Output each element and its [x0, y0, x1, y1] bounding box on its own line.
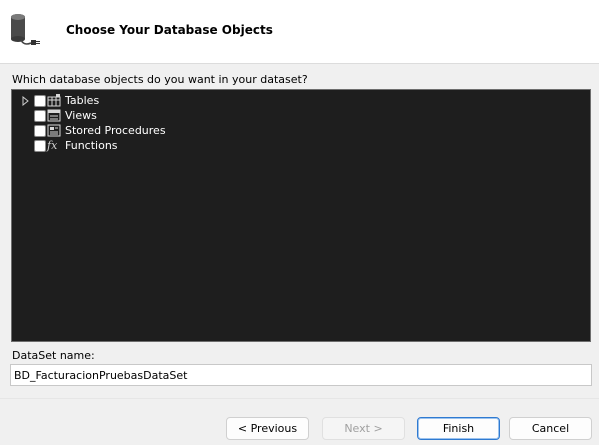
tree-item-label: Stored Procedures	[65, 124, 166, 137]
functions-checkbox[interactable]	[34, 140, 46, 152]
tree-item-views[interactable]: Views	[12, 108, 312, 123]
tree-item-tables[interactable]: Tables	[12, 93, 312, 108]
tree-item-label: Views	[65, 109, 97, 122]
tree-item-functions[interactable]: fx Functions	[12, 138, 312, 153]
stored-procedures-checkbox[interactable]	[34, 125, 46, 137]
stored-procedure-icon	[47, 124, 61, 137]
previous-button[interactable]: < Previous	[226, 417, 309, 440]
dataset-name-label: DataSet name:	[12, 349, 95, 362]
tables-checkbox[interactable]	[34, 95, 46, 107]
finish-button[interactable]: Finish	[417, 417, 500, 440]
database-objects-tree[interactable]: Tables Views Stored Procedures fx Functi…	[11, 89, 591, 342]
views-checkbox[interactable]	[34, 110, 46, 122]
dataset-name-input[interactable]	[10, 364, 592, 386]
wizard-header: Choose Your Database Objects	[0, 0, 599, 64]
cancel-button[interactable]: Cancel	[509, 417, 592, 440]
expand-arrow-icon[interactable]	[22, 96, 30, 106]
tree-item-stored-procedures[interactable]: Stored Procedures	[12, 123, 312, 138]
view-icon	[47, 109, 61, 122]
table-icon	[47, 94, 61, 107]
tree-item-label: Tables	[65, 94, 100, 107]
footer-divider	[0, 398, 599, 399]
function-icon: fx	[47, 139, 58, 152]
next-button[interactable]: Next >	[322, 417, 405, 440]
objects-prompt: Which database objects do you want in yo…	[12, 73, 308, 86]
page-title: Choose Your Database Objects	[66, 23, 273, 37]
tree-item-label: Functions	[65, 139, 118, 152]
database-connection-icon	[11, 14, 40, 45]
